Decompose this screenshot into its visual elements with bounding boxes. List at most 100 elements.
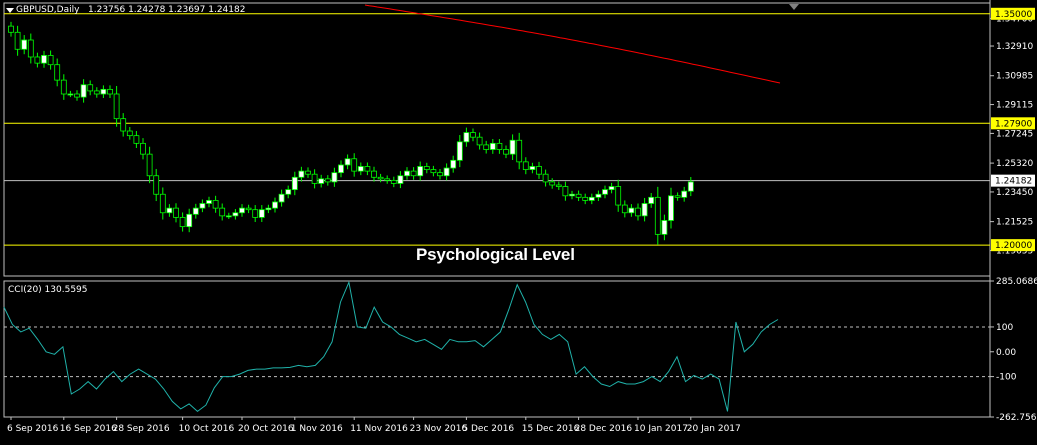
candle-body (509, 139, 516, 155)
candle-body (120, 118, 127, 132)
candle-body (318, 178, 325, 184)
candle-body (74, 93, 80, 98)
candle-body (529, 166, 536, 170)
date-tick-label: 6 Sep 2016 (7, 424, 59, 434)
candle-body (344, 158, 351, 166)
candle-body (93, 90, 100, 95)
candle-body (463, 132, 470, 143)
candle-body (113, 93, 120, 120)
candle-body (496, 142, 503, 150)
candle-body (14, 31, 21, 50)
psychological-level-annotation: Psychological Level (416, 245, 575, 264)
candle-body (588, 196, 595, 201)
candle-body (661, 220, 668, 235)
candle-body (179, 216, 186, 228)
candle-body (456, 141, 463, 161)
candle-body (8, 25, 14, 33)
candle-body (635, 207, 641, 217)
cci-line (3, 280, 779, 413)
candle-body (252, 209, 259, 218)
candle-body (575, 193, 582, 198)
price-tick-label: 1.30985 (996, 72, 1033, 82)
candle-body (232, 212, 239, 217)
candle-body (206, 200, 212, 204)
price-tick-label: 1.29115 (996, 101, 1033, 111)
price-tick-label: 1.27245 (996, 129, 1033, 139)
date-tick-label: 28 Sep 2016 (113, 424, 170, 434)
candle-body (80, 84, 87, 98)
chart-shift-marker-icon[interactable] (789, 4, 799, 10)
candle-body (212, 200, 219, 209)
date-tick-label: 16 Sep 2016 (60, 424, 117, 434)
candle-body (351, 158, 358, 172)
level-price-label: 1.27900 (995, 119, 1032, 129)
chart-menu-arrow-icon[interactable] (6, 8, 14, 13)
price-tick-label: 1.32910 (996, 42, 1033, 52)
ohlc-label: 1.23756 1.24278 1.23697 1.24182 (88, 5, 246, 15)
candle-body (536, 166, 542, 175)
candle-body (615, 186, 622, 206)
candle-body (423, 166, 430, 170)
candle-body (602, 189, 608, 195)
candle-body (470, 132, 476, 138)
date-tick-label: 28 Dec 2016 (575, 424, 633, 434)
candle-body (437, 172, 443, 177)
price-tick-label: 1.25320 (996, 159, 1033, 169)
date-tick-label: 23 Nov 2016 (410, 424, 468, 434)
symbol-label: GBPUSD,Daily (16, 5, 80, 15)
candle-body (377, 176, 384, 180)
candle-body (595, 193, 602, 198)
candle-body (542, 173, 549, 183)
candle-body (60, 79, 67, 95)
level-price-label: 1.35000 (995, 10, 1032, 20)
price-chart-canvas[interactable]: 1.347001.329101.309851.291151.272451.253… (0, 0, 1037, 441)
candle-body (298, 170, 305, 178)
candle-body (503, 149, 509, 155)
candle-body (404, 170, 410, 177)
candle-body (443, 167, 450, 177)
candle-body (140, 142, 146, 155)
candle-body (569, 193, 575, 197)
candle-body (41, 55, 47, 64)
candle-body (285, 189, 292, 195)
level-price-label: 1.20000 (995, 241, 1032, 251)
current-price-label: 1.24182 (995, 177, 1032, 187)
candle-body (654, 196, 661, 235)
candle-body (126, 130, 133, 137)
candle-body (674, 195, 681, 198)
candle-body (628, 207, 635, 214)
candle-body (305, 170, 311, 175)
candle-body (146, 153, 153, 177)
date-tick-label: 10 Jan 2017 (634, 424, 688, 434)
candle-body (668, 195, 674, 221)
moving-average-line (364, 4, 781, 84)
cci-label: CCI(20) 130.5595 (8, 285, 88, 295)
date-tick-label: 11 Nov 2016 (350, 424, 408, 434)
candle-body (364, 166, 371, 172)
candle-body (166, 207, 173, 214)
candle-body (278, 193, 285, 203)
candle-body (34, 56, 41, 64)
candle-body (641, 203, 648, 217)
candle-body (483, 144, 490, 150)
date-tick-label: 20 Jan 2017 (687, 424, 741, 434)
candle-body (153, 175, 160, 195)
chart-window[interactable]: 1.347001.329101.309851.291151.272451.253… (0, 0, 1037, 441)
candle-body (186, 213, 193, 228)
price-tick-label: 1.21525 (996, 218, 1033, 228)
candle-body (27, 39, 34, 58)
candle-body (648, 196, 655, 204)
candle-body (225, 215, 232, 218)
cci-tick-label: -262.7568 (996, 413, 1037, 423)
candle-body (67, 93, 74, 96)
candle-body (516, 139, 523, 163)
price-pane-frame (3, 2, 991, 277)
candle-body (410, 170, 417, 177)
candle-body (555, 184, 562, 187)
candle-body (430, 169, 437, 174)
cci-tick-label: 100 (996, 323, 1013, 333)
cci-tick-label: 285.0686 (996, 277, 1037, 287)
candle-body (608, 186, 615, 191)
candle-body (21, 39, 28, 50)
candle-body (100, 88, 107, 95)
